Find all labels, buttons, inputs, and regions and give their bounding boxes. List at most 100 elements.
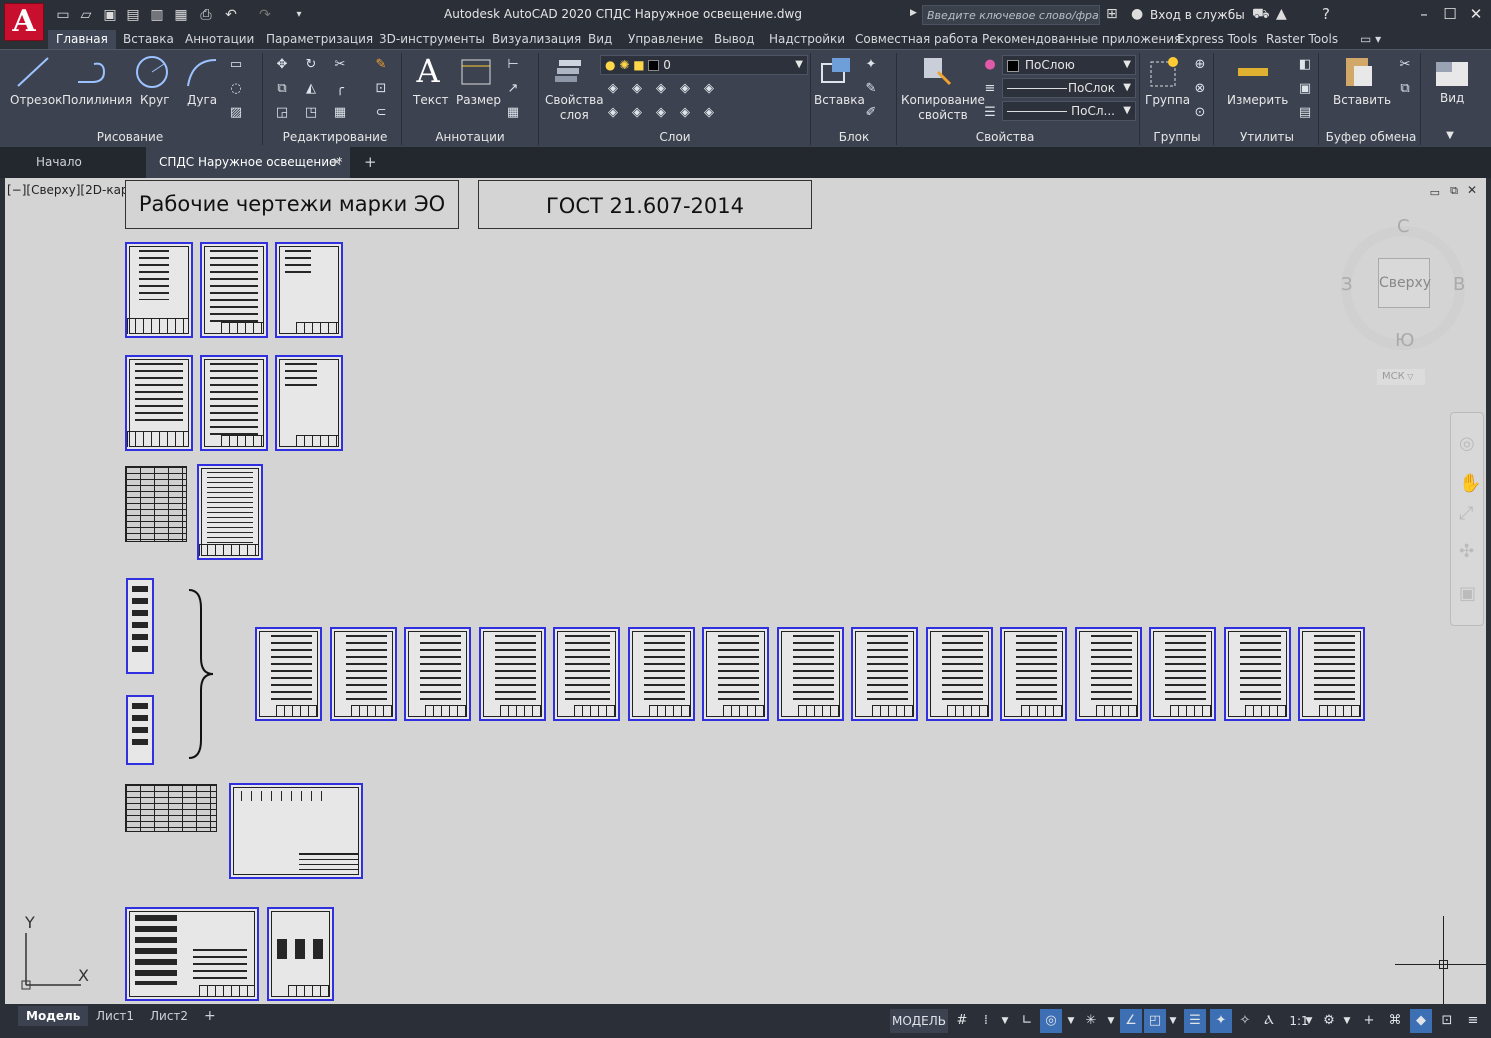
circle-icon[interactable] bbox=[134, 54, 174, 90]
tab-view[interactable]: Вид bbox=[588, 32, 612, 46]
workspace-gear-icon[interactable]: ⚙ bbox=[1318, 1009, 1340, 1033]
layer-tool-icon[interactable]: ◈ bbox=[604, 80, 622, 98]
linetype-icon[interactable]: ☰ bbox=[981, 104, 999, 122]
arc-button[interactable]: Дуга bbox=[187, 93, 217, 108]
hatch-icon[interactable]: ◌ bbox=[227, 80, 245, 98]
linear-dim-icon[interactable]: ⊢ bbox=[504, 56, 522, 74]
paste-button[interactable]: Вставить bbox=[1333, 93, 1391, 108]
viewport-restore-icon[interactable]: ⧉ bbox=[1450, 184, 1458, 198]
save-icon[interactable]: ▣ bbox=[101, 6, 119, 24]
drawing-sheet[interactable] bbox=[125, 907, 259, 1001]
tab-home[interactable]: Главная bbox=[48, 30, 116, 49]
mirror-icon[interactable]: ◭ bbox=[302, 80, 320, 98]
chevron-down-icon[interactable]: ▼ bbox=[998, 1009, 1012, 1033]
drawing-sheet[interactable] bbox=[255, 627, 322, 721]
layer-tool-icon[interactable]: ◈ bbox=[628, 104, 646, 122]
drawing-sheet[interactable] bbox=[404, 627, 471, 721]
tab-raster-tools[interactable]: Raster Tools bbox=[1266, 32, 1338, 46]
copy-icon[interactable]: ⧉ bbox=[273, 80, 291, 98]
text-button[interactable]: Текст bbox=[413, 93, 449, 108]
drawing-sheet[interactable] bbox=[125, 355, 193, 451]
tab-collaborate[interactable]: Совместная работа bbox=[855, 32, 978, 46]
chevron-down-icon[interactable]: ▼ bbox=[1340, 1009, 1354, 1033]
arc-icon[interactable] bbox=[182, 54, 222, 90]
layers-panel-title[interactable]: Слои bbox=[620, 130, 730, 146]
drawing-sheet[interactable] bbox=[1149, 627, 1216, 721]
drawing-sheet[interactable] bbox=[777, 627, 844, 721]
drawing-sheet[interactable] bbox=[267, 907, 334, 1001]
annotation-monitor-icon[interactable]: + bbox=[1358, 1009, 1380, 1033]
line-button[interactable]: Отрезок bbox=[10, 93, 62, 108]
hardware-acceleration-icon[interactable]: ◆ bbox=[1410, 1009, 1432, 1033]
erase-icon[interactable]: ✎ bbox=[372, 56, 390, 74]
layout2-tab[interactable]: Лист2 bbox=[142, 1006, 196, 1026]
scale-icon[interactable]: ◳ bbox=[302, 104, 320, 122]
layer-tool-icon[interactable]: ◈ bbox=[700, 80, 718, 98]
schematic-sheet[interactable] bbox=[126, 578, 154, 674]
chevron-down-icon[interactable]: ▼ bbox=[1064, 1009, 1078, 1033]
drawing-sheet[interactable] bbox=[125, 242, 193, 338]
tab-annotate[interactable]: Аннотации bbox=[185, 32, 254, 46]
utilities-panel-title[interactable]: Утилиты bbox=[1222, 130, 1312, 146]
block-attributes-icon[interactable]: ✐ bbox=[862, 104, 880, 122]
fillet-icon[interactable]: ╭ bbox=[331, 80, 349, 98]
explode-icon[interactable]: ⊡ bbox=[372, 80, 390, 98]
copy-clip-icon[interactable]: ⧉ bbox=[1396, 80, 1414, 98]
layer-tool-icon[interactable]: ◈ bbox=[652, 80, 670, 98]
ungroup-icon[interactable]: ⊕ bbox=[1191, 56, 1209, 74]
view-button[interactable]: Вид bbox=[1440, 91, 1464, 106]
offset-icon[interactable]: ⊂ bbox=[372, 104, 390, 122]
layer-tool-icon[interactable]: ◈ bbox=[700, 104, 718, 122]
tab-manage[interactable]: Управление bbox=[628, 32, 703, 46]
search-input[interactable]: Введите ключевое слово/фразу bbox=[922, 5, 1100, 25]
tab-output[interactable]: Вывод bbox=[714, 32, 754, 46]
orbit-icon[interactable]: ✣ bbox=[1459, 541, 1474, 562]
model-layout-tab[interactable]: Модель bbox=[18, 1006, 89, 1026]
rotate-icon[interactable]: ↻ bbox=[302, 56, 320, 74]
save-as-icon[interactable]: ▤ bbox=[124, 6, 142, 24]
lineweight-icon[interactable]: ≡ bbox=[981, 80, 999, 98]
signin-button[interactable]: Вход в службы bbox=[1150, 8, 1245, 22]
text-icon[interactable]: A bbox=[410, 52, 446, 90]
plot-icon[interactable]: ⎙ bbox=[197, 6, 215, 24]
new-icon[interactable]: ▭ bbox=[54, 6, 72, 24]
dimension-button[interactable]: Размер bbox=[456, 93, 501, 108]
circle-button[interactable]: Круг bbox=[140, 93, 170, 108]
line-icon[interactable] bbox=[14, 54, 54, 90]
linetype-dropdown[interactable]: ПоСлок ▼ bbox=[1002, 78, 1136, 98]
create-block-icon[interactable]: ✦ bbox=[862, 56, 880, 74]
layer-tool-icon[interactable]: ◈ bbox=[652, 104, 670, 122]
layer-dropdown[interactable]: ● ✺ ■ 0 ▼ bbox=[600, 55, 808, 75]
model-space-toggle[interactable]: МОДЕЛЬ bbox=[890, 1009, 948, 1033]
zoom-extents-icon[interactable]: ⤢ bbox=[1459, 503, 1473, 524]
draw-panel-title[interactable]: Рисование bbox=[60, 130, 200, 146]
stretch-icon[interactable]: ◲ bbox=[273, 104, 291, 122]
grid-icon[interactable]: # bbox=[952, 1009, 972, 1033]
customize-status-icon[interactable]: ≡ bbox=[1462, 1009, 1484, 1033]
auto-scale-icon[interactable]: Ⲁ bbox=[1258, 1009, 1280, 1033]
maximize-button[interactable]: ☐ bbox=[1438, 4, 1462, 24]
insert-block-button[interactable]: Вставка bbox=[814, 93, 865, 108]
polar-icon[interactable]: ◎ bbox=[1040, 1009, 1062, 1033]
tab-featured-apps[interactable]: Рекомендованные приложения bbox=[982, 32, 1181, 46]
match-properties-button[interactable]: Копирование свойств bbox=[901, 93, 985, 123]
select-all-icon[interactable]: ▣ bbox=[1296, 80, 1314, 98]
layer-tool-icon[interactable]: ◈ bbox=[676, 104, 694, 122]
drawing-sheet[interactable] bbox=[330, 627, 397, 721]
compass-west[interactable]: З bbox=[1341, 274, 1353, 295]
color-wheel-icon[interactable]: ● bbox=[981, 56, 999, 74]
calculator-icon[interactable]: ▤ bbox=[1296, 104, 1314, 122]
cut-icon[interactable]: ✂ bbox=[1396, 56, 1414, 74]
layout1-tab[interactable]: Лист1 bbox=[88, 1006, 142, 1026]
close-tab-icon[interactable]: ✕ bbox=[332, 147, 342, 178]
layer-tool-icon[interactable]: ◈ bbox=[628, 80, 646, 98]
viewport-minimize-icon[interactable]: ▭ bbox=[1430, 186, 1440, 199]
web-open-icon[interactable]: ▦ bbox=[172, 6, 190, 24]
tab-parametric[interactable]: Параметризация bbox=[266, 32, 373, 46]
showmotion-icon[interactable]: ▣ bbox=[1459, 583, 1476, 604]
isolate-objects-icon[interactable]: ⌘ bbox=[1384, 1009, 1406, 1033]
lineweight-dropdown[interactable]: ПоСл... ▼ bbox=[1002, 101, 1136, 121]
tab-3d-tools[interactable]: 3D-инструменты bbox=[379, 32, 485, 46]
layer-properties-button[interactable]: Свойства слоя bbox=[545, 93, 604, 123]
tab-express-tools[interactable]: Express Tools bbox=[1177, 32, 1257, 46]
